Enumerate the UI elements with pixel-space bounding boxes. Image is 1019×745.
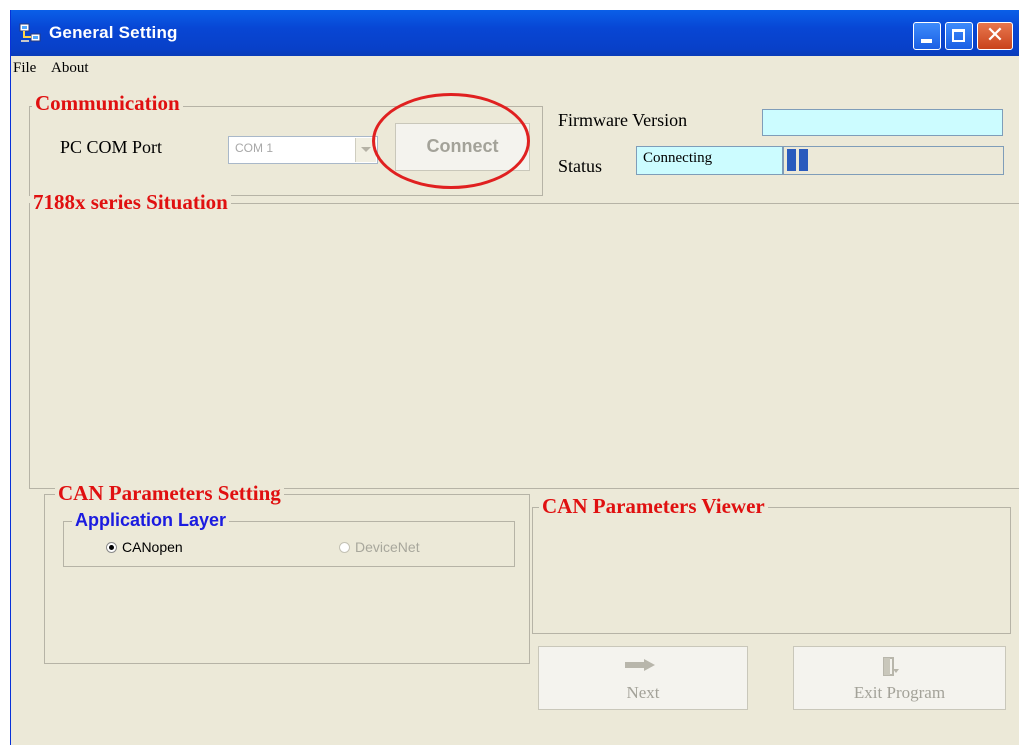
progress-segment [799,149,808,171]
canopen-radio[interactable] [106,542,117,553]
firmware-version-field[interactable] [762,109,1003,136]
can-parameters-viewer-group: CAN Parameters Viewer [532,494,1011,634]
right-arrow-icon [625,659,655,671]
can-parameters-setting-group: CAN Parameters Setting Application Layer… [44,481,530,664]
com-port-value: COM 1 [235,141,274,155]
next-button[interactable]: Next [538,646,748,710]
situation-group: 7188x series Situation [29,190,1019,489]
pc-com-port-label: PC COM Port [60,137,163,157]
firmware-version-label: Firmware Version [558,110,688,130]
status-value: Connecting [643,150,713,166]
radio-selected-dot [109,545,114,550]
close-icon: ✕ [985,23,1005,48]
menu-bar: File About [11,56,1019,80]
annotation-ellipse [372,93,530,189]
devicenet-radio[interactable] [339,542,350,553]
situation-legend: 7188x series Situation [30,190,231,215]
devicenet-label[interactable]: DeviceNet [355,539,420,555]
minimize-icon [921,39,932,43]
communication-legend: Communication [32,91,183,116]
maximize-button[interactable] [945,22,973,50]
exit-program-label: Exit Program [853,683,946,702]
status-progress-bar [783,146,1004,175]
network-computer-icon [19,23,41,42]
com-port-select[interactable]: COM 1 [228,136,378,164]
can-parameters-setting-legend: CAN Parameters Setting [55,481,284,506]
maximize-icon [952,29,965,42]
exit-door-icon [883,657,899,676]
application-layer-group: Application Layer CANopen DeviceNet [63,510,515,567]
exit-program-button[interactable]: Exit Program [793,646,1006,710]
progress-segment [787,149,796,171]
window-title: General Setting [49,23,178,42]
title-bar[interactable]: General Setting ✕ [11,10,1019,56]
status-field: Connecting [636,146,783,175]
next-label: Next [626,683,660,702]
minimize-button[interactable] [913,22,941,50]
application-layer-legend: Application Layer [72,510,230,531]
menu-file[interactable]: File [13,60,36,77]
can-parameters-viewer-legend: CAN Parameters Viewer [539,494,768,519]
status-label: Status [558,156,603,176]
close-button[interactable]: ✕ [977,22,1013,50]
canopen-label[interactable]: CANopen [122,539,183,555]
menu-about[interactable]: About [51,60,89,77]
